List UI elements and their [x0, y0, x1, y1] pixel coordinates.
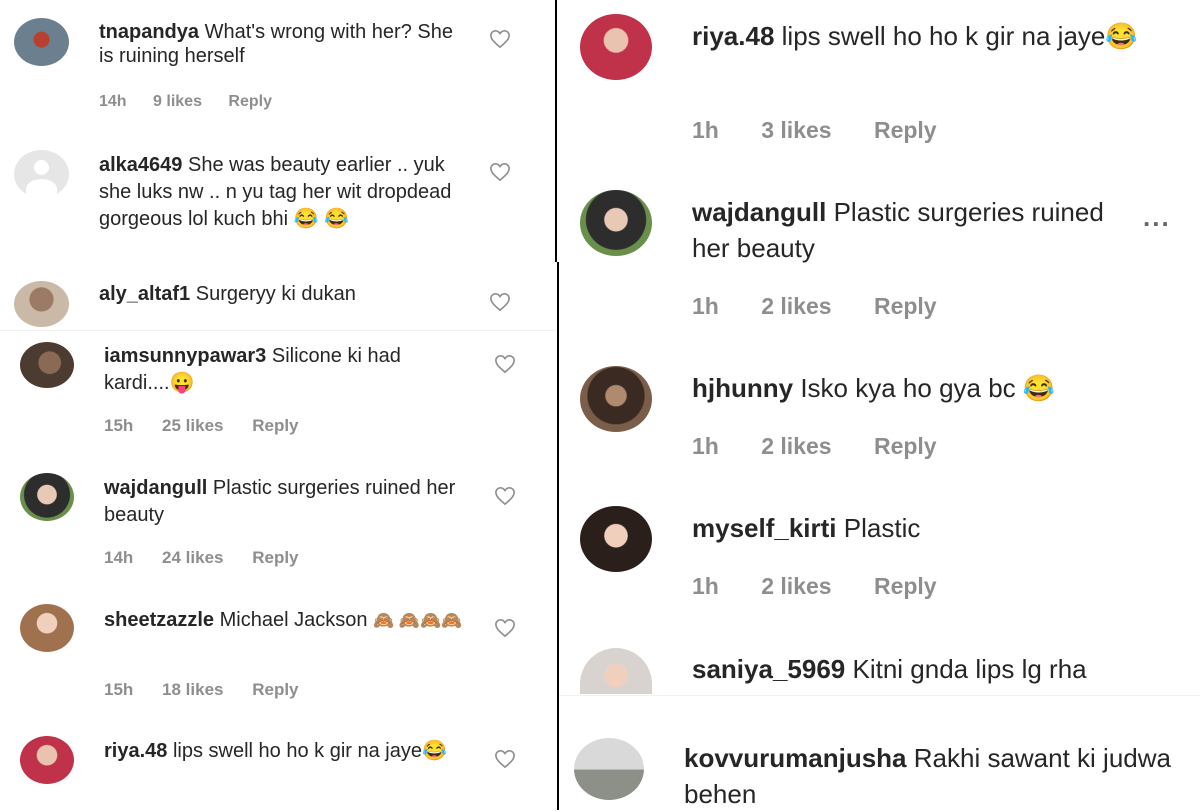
comment-username[interactable]: saniya_5969 — [692, 654, 845, 684]
avatar[interactable] — [20, 736, 74, 784]
left-panel-split — [0, 330, 556, 331]
reply-button[interactable]: Reply — [252, 680, 298, 700]
like-heart-icon[interactable] — [494, 486, 516, 506]
avatar[interactable] — [580, 366, 652, 432]
laughing-emoji-icon: 😂 — [1022, 373, 1056, 403]
comment-text: iamsunnypawar3 Silicone ki had kardi....… — [104, 343, 469, 397]
comment-text: hjhunny Isko kya ho gya bc 😂 — [692, 370, 1142, 406]
like-heart-icon[interactable] — [494, 749, 516, 769]
avatar[interactable] — [20, 342, 74, 388]
comment-text: riya.48 lips swell ho ho k gir na jaye😂 — [104, 738, 464, 765]
comment-username[interactable]: wajdangull — [692, 197, 826, 227]
comment-body: Surgeryy ki dukan — [195, 283, 356, 305]
comment-time: 1h — [692, 433, 719, 459]
reply-button[interactable]: Reply — [874, 293, 937, 320]
comment-meta: 1h 2 likes Reply — [692, 573, 937, 600]
comment-text: aly_altaf1 Surgeryy ki dukan — [99, 282, 459, 306]
comment-body: Michael Jackson — [219, 609, 368, 631]
avatar[interactable] — [14, 150, 69, 198]
comment-meta: 1h 3 likes Reply — [692, 117, 937, 144]
reply-button[interactable]: Reply — [252, 548, 298, 568]
comment-time: 14h — [99, 93, 127, 110]
comment-time: 1h — [692, 293, 719, 319]
comment-text: wajdangull Plastic surgeries ruined her … — [104, 475, 464, 529]
comment-meta: 1h 2 likes Reply — [692, 433, 937, 460]
reply-button[interactable]: Reply — [874, 433, 937, 460]
comment-meta: 15h 18 likes Reply — [104, 680, 299, 700]
avatar[interactable] — [20, 604, 74, 652]
comment-time: 15h — [104, 416, 134, 435]
comment-text: riya.48 lips swell ho ho k gir na jaye😂 — [692, 18, 1142, 54]
more-options-icon[interactable]: ... — [1143, 202, 1171, 233]
comment-text: saniya_5969 Kitni gnda lips lg rha — [692, 651, 1172, 687]
right-panel-split — [559, 695, 1200, 696]
like-heart-icon[interactable] — [489, 162, 511, 182]
comment-username[interactable]: riya.48 — [692, 21, 774, 51]
comment-likes[interactable]: 18 likes — [162, 680, 223, 700]
comment-username[interactable]: iamsunnypawar3 — [104, 345, 266, 367]
avatar[interactable] — [20, 473, 74, 521]
comment-likes[interactable]: 24 likes — [162, 548, 223, 568]
center-divider-upper — [555, 0, 557, 262]
monkey-emoji-icon: 🙈 🙈🙈🙈 — [373, 611, 463, 630]
avatar[interactable] — [14, 281, 69, 327]
reply-button[interactable]: Reply — [252, 416, 298, 436]
reply-button[interactable]: Reply — [228, 93, 272, 111]
avatar[interactable] — [580, 648, 652, 694]
comment-likes[interactable]: 25 likes — [162, 416, 223, 436]
comment-text: sheetzazzle Michael Jackson 🙈 🙈🙈🙈 — [104, 607, 464, 634]
comment-username[interactable]: myself_kirti — [692, 513, 837, 543]
comment-username[interactable]: tnapandya — [99, 21, 199, 43]
comment-username[interactable]: kovvurumanjusha — [684, 743, 907, 773]
comment-likes[interactable]: 2 likes — [761, 293, 831, 320]
default-avatar-icon — [34, 160, 49, 175]
avatar[interactable] — [580, 190, 652, 256]
comment-likes[interactable]: 2 likes — [761, 433, 831, 460]
comment-username[interactable]: riya.48 — [104, 740, 167, 762]
laughing-emoji-icon: 😂 😂 — [293, 208, 349, 230]
comment-likes[interactable]: 2 likes — [761, 573, 831, 600]
comment-username[interactable]: aly_altaf1 — [99, 283, 190, 305]
comment-username[interactable]: wajdangull — [104, 477, 207, 499]
comment-time: 1h — [692, 117, 719, 143]
avatar[interactable] — [14, 18, 69, 66]
avatar[interactable] — [580, 506, 652, 572]
comment-text: kovvurumanjusha Rakhi sawant ki judwa be… — [684, 740, 1184, 812]
avatar[interactable] — [580, 14, 652, 80]
comment-time: 1h — [692, 573, 719, 599]
comment-body: Kitni gnda lips lg rha — [852, 654, 1087, 684]
comment-username[interactable]: alka4649 — [99, 154, 182, 176]
comment-text: alka4649 She was beauty earlier .. yuk s… — [99, 152, 459, 233]
comment-meta: 14h 24 likes Reply — [104, 548, 299, 568]
comment-meta: 1h 2 likes Reply — [692, 293, 937, 320]
comment-text: wajdangull Plastic surgeries ruined her … — [692, 194, 1112, 266]
tongue-emoji-icon: 😛 — [169, 372, 195, 394]
comment-meta: 14h 9 likes Reply — [99, 93, 272, 111]
comment-username[interactable]: hjhunny — [692, 373, 793, 403]
comment-likes[interactable]: 9 likes — [153, 93, 202, 111]
laughing-emoji-icon: 😂 — [421, 740, 447, 762]
comment-time: 15h — [104, 680, 134, 699]
comment-likes[interactable]: 3 likes — [761, 117, 831, 144]
comment-text: myself_kirti Plastic — [692, 510, 1142, 546]
reply-button[interactable]: Reply — [874, 573, 937, 600]
comment-text: tnapandya What's wrong with her? She is … — [99, 20, 459, 68]
laughing-emoji-icon: 😂 — [1105, 21, 1138, 51]
like-heart-icon[interactable] — [489, 292, 511, 312]
like-heart-icon[interactable] — [494, 618, 516, 638]
avatar[interactable] — [574, 738, 644, 800]
comment-meta: 15h 25 likes Reply — [104, 416, 299, 436]
center-divider-lower — [557, 262, 559, 810]
reply-button[interactable]: Reply — [874, 117, 937, 144]
default-avatar-body — [26, 179, 57, 198]
comment-username[interactable]: sheetzazzle — [104, 609, 214, 631]
comment-body: lips swell ho ho k gir na jaye — [172, 740, 422, 762]
comment-body: lips swell ho ho k gir na jaye — [781, 21, 1106, 51]
like-heart-icon[interactable] — [494, 354, 516, 374]
comment-time: 14h — [104, 548, 134, 567]
comment-body: Isko kya ho gya bc — [800, 373, 1016, 403]
like-heart-icon[interactable] — [489, 29, 511, 49]
comment-body: Plastic — [843, 513, 921, 543]
